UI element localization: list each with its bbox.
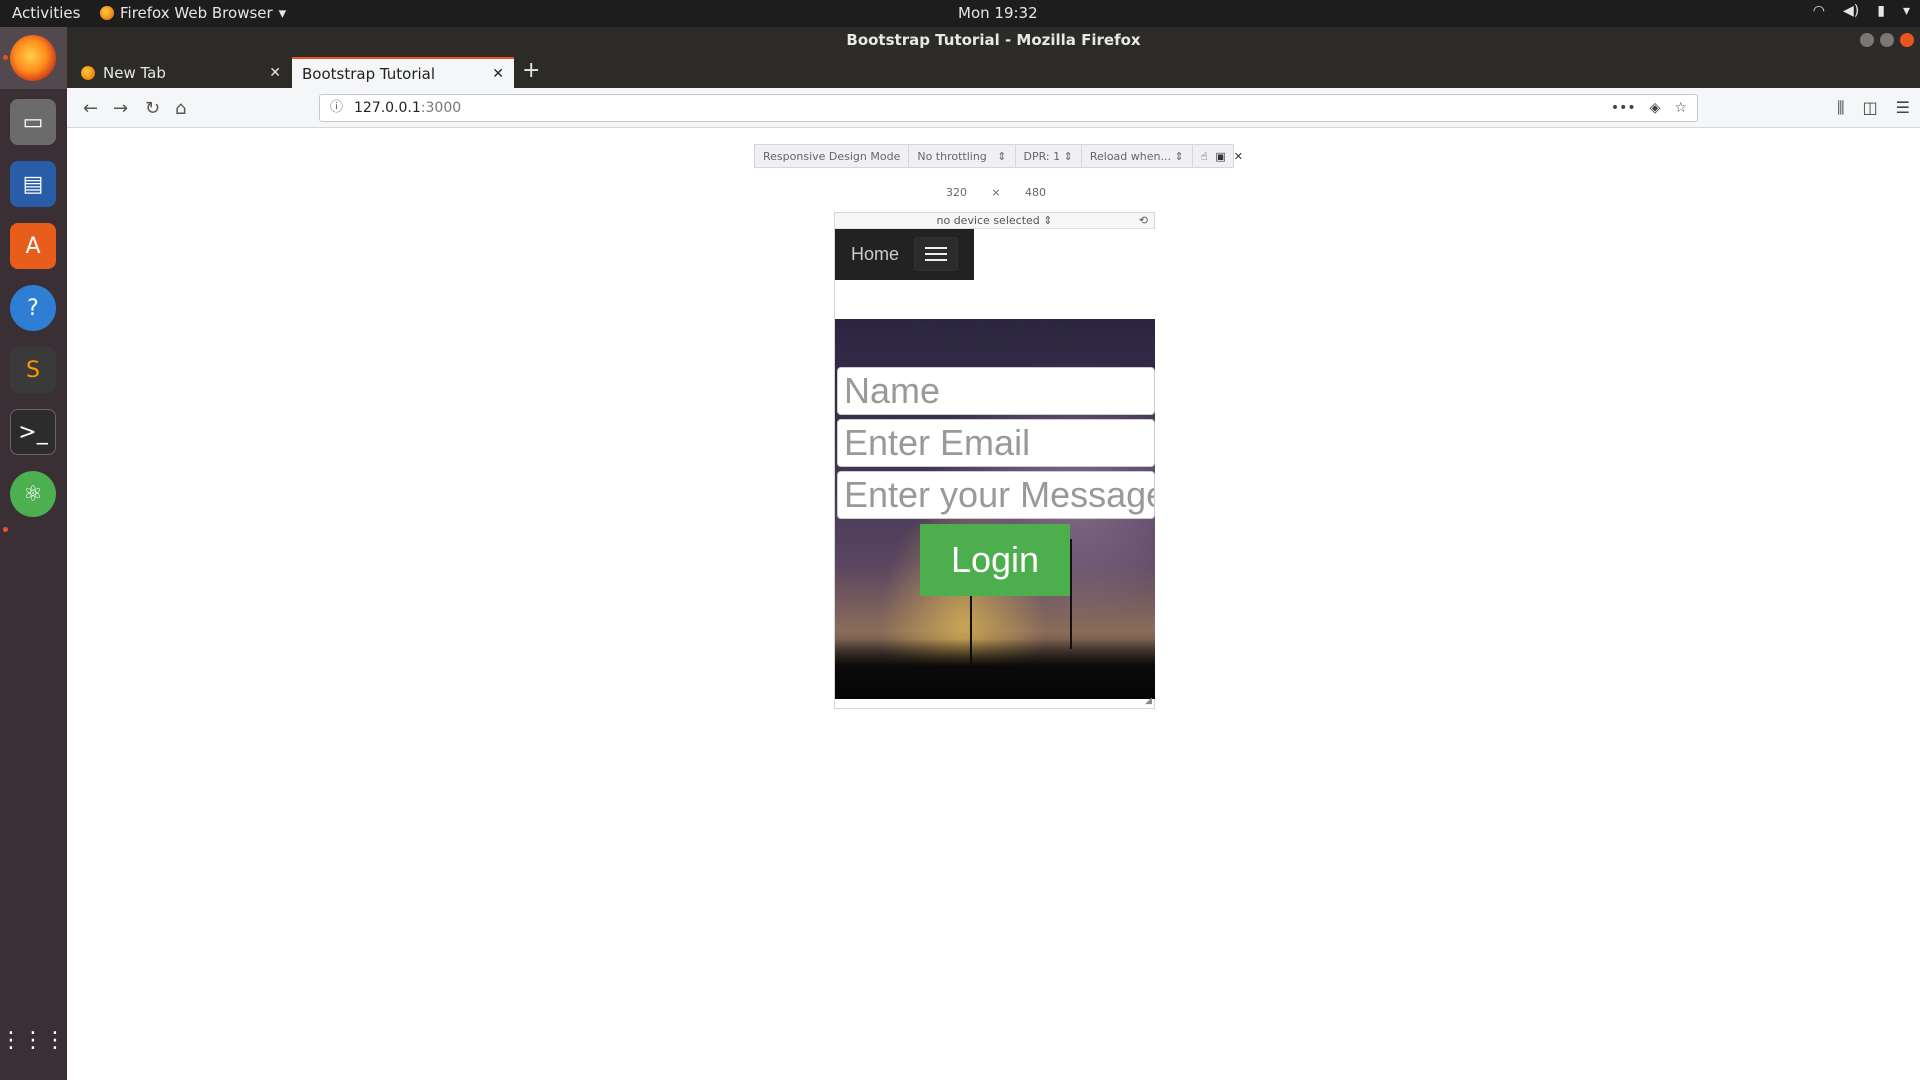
- ground-silhouette: [835, 639, 1155, 699]
- login-button[interactable]: Login: [920, 524, 1070, 596]
- window-title-bar: Bootstrap Tutorial - Mozilla Firefox: [67, 27, 1920, 54]
- files-launcher-icon[interactable]: ▭: [10, 99, 56, 145]
- tab-strip: New Tab ✕ Bootstrap Tutorial ✕ +: [67, 54, 1920, 88]
- throttling-select[interactable]: No throttling ⇕: [909, 145, 1016, 167]
- firefox-icon: [81, 65, 95, 80]
- toolbar-right-icons: ⫼ ◫ ☰: [1837, 98, 1910, 118]
- email-input[interactable]: Enter Email: [837, 419, 1155, 467]
- library-icon[interactable]: ⫼: [1837, 98, 1844, 118]
- url-host: 127.0.0.1: [354, 100, 421, 116]
- writer-launcher-icon[interactable]: ▤: [10, 161, 56, 207]
- url-port: :3000: [420, 100, 462, 116]
- sublime-launcher-icon[interactable]: S: [10, 347, 56, 393]
- message-input[interactable]: Enter your Message: [837, 471, 1155, 519]
- running-indicator: [3, 527, 8, 532]
- home-icon[interactable]: ⌂: [175, 98, 186, 119]
- close-tab-icon[interactable]: ✕: [269, 65, 281, 81]
- hamburger-menu-icon[interactable]: ☰: [1896, 98, 1910, 118]
- select-arrows-icon: ⇕: [1174, 149, 1184, 163]
- atom-launcher-icon[interactable]: ⚛: [10, 471, 56, 517]
- device-label: no device selected: [936, 214, 1040, 227]
- dpr-label: DPR: 1: [1023, 149, 1061, 163]
- tab-label: Bootstrap Tutorial: [302, 64, 436, 83]
- screenshot-icon[interactable]: ▣: [1215, 150, 1225, 163]
- hamburger-line: [925, 253, 947, 255]
- bookmark-star-icon[interactable]: ☆: [1674, 95, 1687, 121]
- running-indicator: [3, 55, 8, 60]
- device-frame: no device selected ⇕ ⟲ Home Contact Us N…: [834, 212, 1155, 709]
- show-apps-icon[interactable]: ⋮⋮⋮: [0, 1017, 66, 1063]
- navbar-toggler-button[interactable]: [914, 237, 958, 271]
- help-launcher-icon[interactable]: ?: [10, 285, 56, 331]
- firefox-icon: [100, 6, 114, 20]
- chevron-down-icon: ▾: [278, 4, 287, 22]
- touch-simulation-icon[interactable]: ☝: [1201, 150, 1208, 163]
- device-select[interactable]: no device selected ⇕: [937, 214, 1053, 227]
- tab-label: New Tab: [103, 63, 166, 82]
- activities-button[interactable]: Activities: [12, 4, 80, 22]
- url-bar[interactable]: ⓘ 127.0.0.1:3000 ••• ◈ ☆: [319, 94, 1698, 122]
- close-tab-icon[interactable]: ✕: [492, 66, 504, 82]
- select-arrows-icon: ⇕: [1063, 149, 1073, 163]
- reload-when-label: Reload when...: [1089, 149, 1171, 163]
- close-window-button[interactable]: [1900, 33, 1914, 47]
- window-controls: [1860, 33, 1914, 47]
- tab-new-tab[interactable]: New Tab ✕: [71, 57, 291, 88]
- page-viewport: Home Contact Us Name Enter Email Enter y…: [835, 229, 1155, 699]
- chevron-down-icon: ▾: [1902, 3, 1910, 19]
- sidebar-icon[interactable]: ◫: [1863, 98, 1878, 118]
- dpr-select[interactable]: DPR: 1 ⇕: [1016, 145, 1082, 167]
- terminal-launcher-icon[interactable]: >_: [10, 409, 56, 455]
- new-tab-button[interactable]: +: [522, 58, 540, 83]
- pole-silhouette: [1070, 539, 1072, 649]
- bootstrap-navbar: Home: [835, 229, 974, 280]
- viewport-dimensions: 320 × 480: [946, 186, 1046, 199]
- reload-when-select[interactable]: Reload when... ⇕: [1082, 145, 1193, 167]
- tab-bootstrap-tutorial[interactable]: Bootstrap Tutorial ✕: [292, 57, 514, 88]
- url-bar-actions: ••• ◈ ☆: [1611, 95, 1687, 121]
- rdm-action-icons: ☝ ▣ ✕: [1193, 145, 1251, 167]
- software-launcher-icon[interactable]: A: [10, 223, 56, 269]
- resize-handle-icon[interactable]: ◢: [1145, 696, 1152, 706]
- close-rdm-icon[interactable]: ✕: [1234, 150, 1243, 163]
- launcher-dock: ▭ ▤ A ? S >_ ⚛ ⋮⋮⋮: [0, 27, 67, 1080]
- rdm-mode-label: Responsive Design Mode: [755, 145, 910, 167]
- viewport-height[interactable]: 480: [1025, 186, 1046, 199]
- device-selector-bar: no device selected ⇕ ⟲: [835, 213, 1154, 229]
- forward-icon[interactable]: →: [113, 98, 128, 119]
- site-info-icon[interactable]: ⓘ: [330, 95, 343, 121]
- page-actions-icon[interactable]: •••: [1611, 95, 1636, 121]
- system-tray[interactable]: ◠ ◀︎) ▮ ▾: [1813, 3, 1910, 19]
- select-arrows-icon: ⇕: [997, 149, 1007, 163]
- back-icon[interactable]: ←: [83, 98, 98, 119]
- select-arrows-icon: ⇕: [1043, 214, 1053, 227]
- throttling-label: No throttling: [917, 149, 987, 163]
- dimension-separator: ×: [991, 186, 1001, 199]
- wifi-icon: ◠: [1812, 3, 1826, 19]
- navbar-home-link[interactable]: Home: [851, 244, 899, 265]
- firefox-launcher-icon[interactable]: [10, 35, 56, 81]
- battery-icon: ▮: [1877, 3, 1885, 19]
- hamburger-line: [925, 247, 947, 249]
- volume-icon: ◀︎): [1843, 3, 1860, 19]
- viewport-width[interactable]: 320: [946, 186, 967, 199]
- clock[interactable]: Mon 19:32: [958, 4, 1038, 22]
- contact-heading: Contact Us: [910, 319, 1080, 357]
- minimize-button[interactable]: [1860, 33, 1874, 47]
- responsive-design-toolbar: Responsive Design Mode No throttling ⇕ D…: [754, 144, 1243, 168]
- app-menu-label: Firefox Web Browser: [120, 4, 273, 22]
- window-title: Bootstrap Tutorial - Mozilla Firefox: [846, 31, 1141, 49]
- maximize-button[interactable]: [1880, 33, 1894, 47]
- pocket-icon[interactable]: ◈: [1650, 95, 1661, 121]
- system-top-bar: Activities Firefox Web Browser ▾ Mon 19:…: [0, 0, 1920, 27]
- name-input[interactable]: Name: [837, 367, 1155, 415]
- reload-icon[interactable]: ↻: [145, 98, 160, 119]
- rotate-icon[interactable]: ⟲: [1139, 213, 1148, 229]
- app-menu[interactable]: Firefox Web Browser ▾: [100, 4, 286, 22]
- navigation-toolbar: ← → ↻ ⌂ ⓘ 127.0.0.1:3000 ••• ◈ ☆ ⫼ ◫ ☰: [67, 88, 1920, 128]
- hamburger-line: [925, 259, 947, 261]
